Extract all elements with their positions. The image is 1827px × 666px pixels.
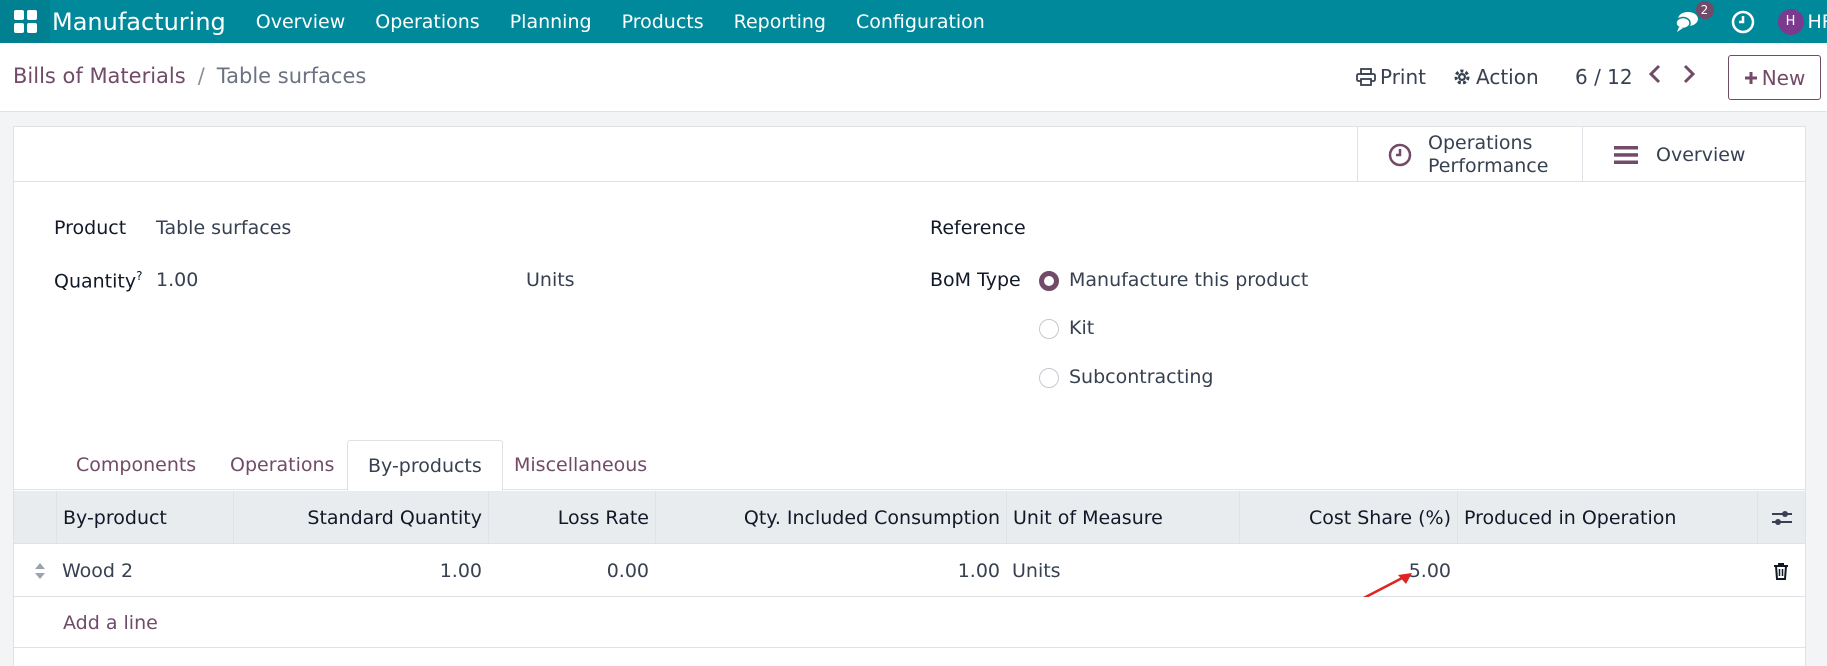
pager-value[interactable]: 6 / 12 — [1575, 65, 1633, 89]
reference-label: Reference — [930, 217, 1026, 239]
cell-by-product[interactable]: Wood 2 — [56, 544, 233, 597]
breadcrumb: Bills of Materials / Table surfaces — [13, 64, 366, 88]
radio-kit[interactable] — [1039, 319, 1059, 339]
control-panel: Bills of Materials / Table surfaces Prin… — [0, 43, 1827, 112]
clock-icon — [1731, 10, 1754, 33]
top-navbar: Manufacturing Overview Operations Planni… — [0, 0, 1827, 43]
operations-performance-line1: Operations — [1428, 131, 1533, 154]
cell-unit-of-measure[interactable]: Units — [1006, 544, 1239, 597]
app-name[interactable]: Manufacturing — [52, 8, 226, 36]
menu-operations[interactable]: Operations — [375, 11, 479, 33]
tab-operations[interactable]: Operations — [210, 440, 354, 490]
breadcrumb-current: Table surfaces — [216, 64, 367, 88]
sliders-icon — [1771, 510, 1792, 525]
add-a-line-link[interactable]: Add a line — [63, 597, 158, 648]
radio-manufacture-label[interactable]: Manufacture this product — [1069, 269, 1308, 291]
radio-subcontracting[interactable] — [1039, 368, 1059, 388]
operations-performance-button[interactable]: Operations Performance — [1357, 127, 1582, 182]
menu-reporting[interactable]: Reporting — [734, 11, 826, 33]
tab-miscellaneous[interactable]: Miscellaneous — [494, 440, 667, 490]
col-qty-included[interactable]: Qty. Included Consumption — [655, 491, 1006, 544]
cell-loss-rate[interactable]: 0.00 — [488, 544, 655, 597]
col-loss-rate[interactable]: Loss Rate — [488, 491, 655, 544]
col-unit-of-measure[interactable]: Unit of Measure — [1006, 491, 1239, 544]
breadcrumb-bills-of-materials[interactable]: Bills of Materials — [13, 64, 186, 88]
bars-icon — [1614, 145, 1638, 165]
table-header: By-product Standard Quantity Loss Rate Q… — [14, 491, 1805, 544]
printer-icon — [1356, 68, 1376, 86]
action-label: Action — [1476, 65, 1539, 89]
quantity-field[interactable]: 1.00 — [156, 269, 198, 291]
product-field[interactable]: Table surfaces — [156, 217, 291, 239]
drag-handle[interactable] — [24, 544, 56, 597]
by-products-table: By-product Standard Quantity Loss Rate Q… — [14, 491, 1805, 648]
chat-icon — [1674, 11, 1698, 32]
bom-type-label: BoM Type — [930, 269, 1021, 291]
col-by-product[interactable]: By-product — [56, 491, 233, 544]
uom-field[interactable]: Units — [526, 269, 575, 291]
quantity-label-text: Quantity — [54, 270, 137, 293]
apps-menu-icon[interactable] — [0, 0, 50, 43]
gear-icon — [1454, 69, 1470, 85]
overview-button[interactable]: Overview — [1582, 127, 1805, 182]
activity-button[interactable] — [1730, 9, 1756, 35]
delete-row-button[interactable] — [1757, 544, 1805, 597]
new-button[interactable]: New — [1728, 55, 1821, 100]
print-button[interactable]: Print — [1356, 65, 1426, 89]
quantity-label: Quantity? — [54, 269, 142, 292]
overview-label: Overview — [1656, 143, 1746, 166]
radio-kit-label[interactable]: Kit — [1069, 317, 1094, 339]
cell-standard-quantity[interactable]: 1.00 — [233, 544, 488, 597]
user-name[interactable]: HR — [1808, 11, 1827, 33]
operations-performance-label: Operations Performance — [1428, 132, 1548, 178]
action-button[interactable]: Action — [1453, 65, 1539, 89]
plus-icon — [1744, 71, 1757, 84]
avatar[interactable]: H — [1777, 8, 1804, 35]
clock-icon — [1388, 143, 1412, 167]
print-label: Print — [1380, 65, 1427, 89]
notebook-tabs: Components Operations By-products Miscel… — [14, 440, 1805, 491]
operations-performance-line2: Performance — [1428, 154, 1549, 177]
smart-button-box: Operations Performance Overview — [14, 127, 1805, 182]
table-row[interactable]: Wood 2 1.00 0.00 1.00 Units 5.00 — [14, 544, 1805, 603]
col-produced-in-operation[interactable]: Produced in Operation — [1457, 491, 1757, 544]
menu-configuration[interactable]: Configuration — [856, 11, 985, 33]
col-cost-share[interactable]: Cost Share (%) — [1239, 491, 1457, 544]
product-label: Product — [54, 217, 127, 239]
messages-button[interactable]: 2 — [1672, 0, 1714, 37]
chevron-right-icon — [1683, 64, 1696, 84]
menu-overview[interactable]: Overview — [256, 11, 345, 33]
sort-handle-icon — [35, 562, 45, 579]
optional-columns-toggle[interactable] — [1757, 491, 1805, 544]
breadcrumb-separator: / — [197, 64, 205, 88]
trash-icon — [1774, 562, 1788, 580]
form-sheet: Operations Performance Overview Product … — [13, 126, 1806, 666]
tab-components[interactable]: Components — [56, 440, 216, 490]
chevron-left-icon — [1648, 64, 1661, 84]
cell-qty-included[interactable]: 1.00 — [655, 544, 1006, 597]
add-line-row: Add a line — [14, 597, 1805, 648]
new-label: New — [1761, 65, 1806, 90]
messages-badge: 2 — [1695, 0, 1714, 19]
pager-next-button[interactable] — [1682, 64, 1696, 90]
quantity-help-icon[interactable]: ? — [136, 269, 142, 283]
tab-by-products[interactable]: By-products — [347, 440, 503, 491]
radio-subcontracting-label[interactable]: Subcontracting — [1069, 366, 1213, 388]
menu-planning[interactable]: Planning — [510, 11, 592, 33]
menu-products[interactable]: Products — [622, 11, 704, 33]
cell-produced-in-operation[interactable] — [1457, 544, 1757, 597]
radio-manufacture[interactable] — [1039, 271, 1059, 291]
col-standard-quantity[interactable]: Standard Quantity — [233, 491, 488, 544]
pager-previous-button[interactable] — [1648, 64, 1662, 90]
